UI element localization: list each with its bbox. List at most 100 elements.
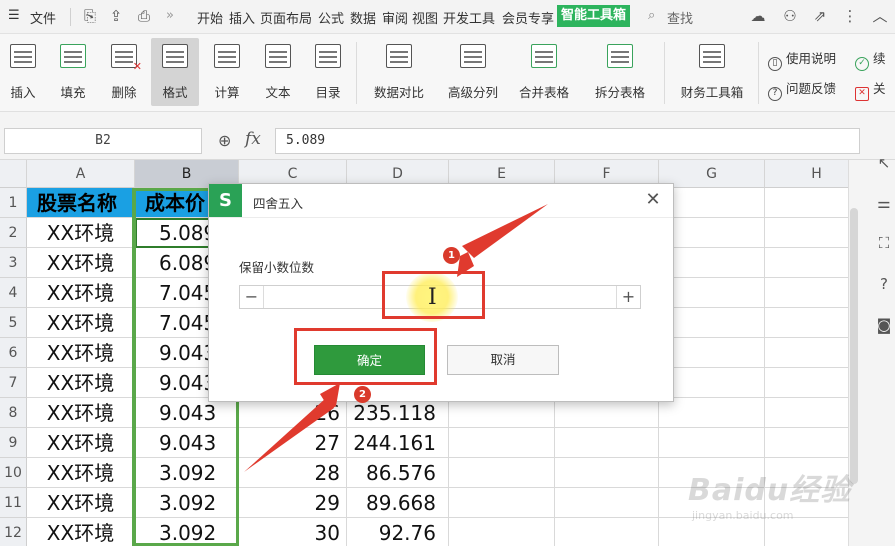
cell-a[interactable]: XX环境 (27, 218, 135, 248)
help-icon[interactable]: ? (873, 273, 895, 295)
share-icon[interactable]: ⇗ (810, 5, 830, 27)
cell-a[interactable]: XX环境 (27, 308, 135, 338)
confirm-button[interactable]: 确定 (314, 345, 425, 375)
scrollbar-thumb[interactable] (850, 208, 858, 484)
cell-c[interactable]: 30 (239, 518, 347, 546)
column-header-a[interactable]: A (27, 160, 135, 188)
close-icon[interactable]: ✕ (643, 190, 663, 210)
column-header-g[interactable]: G (659, 160, 765, 188)
vertical-scrollbar[interactable] (848, 196, 860, 496)
cell-h[interactable] (765, 428, 848, 458)
row-header[interactable]: 12 (0, 518, 27, 546)
row-header[interactable]: 1 (0, 188, 27, 218)
fill-button[interactable]: 填充 (48, 38, 98, 106)
zoom-icon[interactable]: ⊕ (218, 131, 231, 150)
cell-e[interactable] (449, 398, 555, 428)
collapse-icon[interactable]: ︿ (870, 5, 890, 27)
cell-h[interactable] (765, 308, 848, 338)
feedback-link[interactable]: ? 问题反馈 (768, 78, 836, 101)
hamburger-icon[interactable]: ☰ (8, 8, 20, 23)
layout-icon[interactable]: ⛶ (873, 232, 895, 254)
data-compare-button[interactable]: 数据对比 (364, 38, 434, 106)
cell-c[interactable]: 26 (239, 398, 347, 428)
cell-b[interactable]: 9.043 (135, 398, 239, 428)
cell-e[interactable] (449, 428, 555, 458)
cell-h[interactable] (765, 518, 848, 546)
cell-h[interactable] (765, 338, 848, 368)
row-header[interactable]: 5 (0, 308, 27, 338)
row-header[interactable]: 6 (0, 338, 27, 368)
cell-g[interactable] (659, 518, 765, 546)
more-dots-icon[interactable]: ⋮ (840, 5, 860, 27)
tab-formula[interactable]: 公式 (318, 8, 344, 27)
cell-h[interactable] (765, 248, 848, 278)
cell-f[interactable] (555, 458, 659, 488)
cell-d[interactable]: 92.76 (347, 518, 449, 546)
cell-d[interactable]: 89.668 (347, 488, 449, 518)
row-header[interactable]: 2 (0, 218, 27, 248)
tab-home[interactable]: 开始 (197, 8, 223, 27)
split-table-button[interactable]: 拆分表格 (585, 38, 655, 106)
cell-a[interactable]: XX环境 (27, 368, 135, 398)
cell-g[interactable] (659, 398, 765, 428)
row-header[interactable]: 9 (0, 428, 27, 458)
decrement-button[interactable]: − (240, 286, 264, 308)
cell-c[interactable]: 27 (239, 428, 347, 458)
tab-member[interactable]: 会员专享 (502, 8, 554, 27)
cell-e[interactable] (449, 518, 555, 546)
more-icon[interactable]: » (166, 8, 174, 23)
insert-button[interactable]: 插入 (0, 38, 46, 106)
cell-b[interactable]: 3.092 (135, 458, 239, 488)
row-header[interactable]: 11 (0, 488, 27, 518)
cell-g[interactable] (659, 308, 765, 338)
cell-a[interactable]: XX环境 (27, 518, 135, 546)
cell-g[interactable] (659, 428, 765, 458)
cell-b[interactable]: 9.043 (135, 428, 239, 458)
row-header[interactable]: 4 (0, 278, 27, 308)
cell-f[interactable] (555, 398, 659, 428)
camera-icon[interactable]: ◙ (873, 314, 895, 336)
select-all-corner[interactable] (0, 160, 27, 188)
cell-g[interactable] (659, 218, 765, 248)
close-link[interactable]: ✕ 关 (855, 78, 886, 101)
cell-g[interactable] (659, 368, 765, 398)
row-header[interactable]: 8 (0, 398, 27, 428)
save-icon[interactable]: ⎘ (80, 5, 100, 27)
delete-button[interactable]: 删除 (100, 38, 148, 106)
name-box[interactable]: B2 (4, 128, 202, 154)
tab-review[interactable]: 审阅 (382, 8, 408, 27)
search-box[interactable]: 查找 (667, 8, 693, 27)
cell-e[interactable] (449, 488, 555, 518)
finance-toolbox-button[interactable]: 财务工具箱 (672, 38, 752, 106)
cell[interactable] (765, 188, 848, 218)
cell-a[interactable]: XX环境 (27, 248, 135, 278)
cell-g[interactable] (659, 488, 765, 518)
row-header[interactable]: 10 (0, 458, 27, 488)
cell-a[interactable]: XX环境 (27, 428, 135, 458)
text-button[interactable]: 文本 (254, 38, 302, 106)
tab-developer[interactable]: 开发工具 (443, 8, 495, 27)
cell-g[interactable] (659, 248, 765, 278)
formula-input[interactable]: 5.089 (275, 128, 860, 154)
cell-h[interactable] (765, 398, 848, 428)
row-header[interactable]: 7 (0, 368, 27, 398)
cell-b[interactable]: 3.092 (135, 488, 239, 518)
cell-h[interactable] (765, 278, 848, 308)
cell-d[interactable]: 244.161 (347, 428, 449, 458)
help-link[interactable]: ▯ 使用说明 (768, 48, 836, 71)
cell-h[interactable] (765, 368, 848, 398)
cell-h[interactable] (765, 458, 848, 488)
print-icon[interactable]: ⎙ (134, 5, 154, 27)
cell-a[interactable]: XX环境 (27, 488, 135, 518)
cell-f[interactable] (555, 518, 659, 546)
cell-c[interactable]: 29 (239, 488, 347, 518)
merge-table-button[interactable]: 合并表格 (509, 38, 579, 106)
cell-a[interactable]: XX环境 (27, 398, 135, 428)
cell-g[interactable] (659, 458, 765, 488)
cell-e[interactable] (449, 458, 555, 488)
export-icon[interactable]: ⇪ (106, 5, 126, 27)
cell-a[interactable]: XX环境 (27, 338, 135, 368)
advanced-split-button[interactable]: 高级分列 (440, 38, 506, 106)
cloud-icon[interactable]: ☁ (748, 5, 768, 27)
row-header[interactable]: 3 (0, 248, 27, 278)
